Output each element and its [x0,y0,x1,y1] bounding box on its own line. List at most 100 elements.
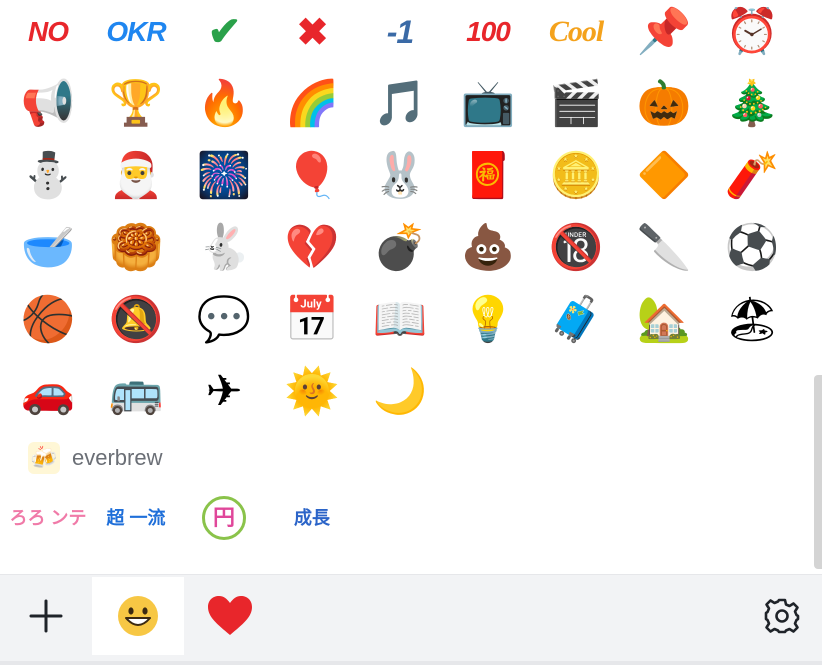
christmas-tree-emoji-glyph: 🎄 [724,78,780,129]
scrollbar-thumb[interactable] [814,375,822,569]
speech-bubble-emoji-glyph: 💬 [196,294,252,345]
beach-umbrella-emoji[interactable]: 🏖 [708,284,796,356]
coins-emoji[interactable]: 🪙 [532,140,620,212]
broken-heart-emoji[interactable]: 💔 [268,212,356,284]
smiley-face-icon [118,596,158,636]
okr-sticker-glyph: OKR [106,16,166,47]
rice-bowl-emoji[interactable]: 🥣 [4,212,92,284]
moon-rabbit-emoji[interactable]: 🐇 [180,212,268,284]
moon-night-emoji[interactable]: 🌙 [356,356,444,428]
alarm-clock-emoji-glyph: ⏰ [724,6,780,57]
mooncake-emoji[interactable]: 🥮 [92,212,180,284]
emoji-tab[interactable] [92,577,184,655]
rabbit-sticker-glyph: 🐰 [372,150,428,201]
firecracker-emoji[interactable]: 🧨 [708,140,796,212]
year-2023-sticker[interactable]: 🎈 [268,140,356,212]
custom-sticker-furisute[interactable]: ろろ ンテ [4,482,92,554]
beach-umbrella-emoji-glyph: 🏖 [724,294,780,345]
airplane-emoji[interactable]: ✈ [180,356,268,428]
fu-blessing-emoji[interactable]: 🔶 [620,140,708,212]
fu-blessing-emoji-glyph: 🔶 [636,150,692,201]
mooncake-emoji-glyph: 🥮 [108,222,164,273]
settings-button[interactable] [736,577,822,655]
bell-muted-emoji[interactable]: 🔕 [92,284,180,356]
pushpin-emoji[interactable]: 📌 [620,0,708,68]
custom-sticker-seichou[interactable]: 成長 [268,482,356,554]
red-envelope-emoji-glyph: 🧧 [460,150,516,201]
bomb-emoji[interactable]: 💣 [356,212,444,284]
soccer-ball-emoji[interactable]: ⚽ [708,212,796,284]
everbrew-section-icon: 🍻 [28,442,60,474]
custom-section-label: everbrew [72,445,163,470]
year-2023-sticker-glyph: 🎈 [284,150,340,201]
speech-bubble-emoji[interactable]: 💬 [180,284,268,356]
fire-emoji[interactable]: 🔥 [180,68,268,140]
basketball-emoji[interactable]: 🏀 [4,284,92,356]
add-button[interactable] [0,577,92,655]
luggage-emoji-glyph: 🧳 [548,294,604,345]
snowman-emoji[interactable]: ⛄ [4,140,92,212]
fireworks-emoji[interactable]: 🎆 [180,140,268,212]
jack-o-lantern-emoji[interactable]: 🎃 [620,68,708,140]
fire-emoji-glyph: 🔥 [196,78,252,129]
custom-sticker-choitchiryu[interactable]: 超 一流 [92,482,180,554]
music-note-emoji[interactable]: 🎵 [356,68,444,140]
car-emoji-glyph: 🚗 [20,366,76,417]
checkmark-sticker[interactable]: ✔ [180,0,268,68]
custom-sticker-yen[interactable]: 円 [180,482,268,554]
house-emoji-glyph: 🏡 [636,294,692,345]
bus-emoji-glyph: 🚌 [108,366,164,417]
no-under-18-emoji-glyph: 🔞 [548,222,604,273]
sun-face-emoji[interactable]: 🌞 [268,356,356,428]
calendar-emoji[interactable]: 📅 [268,284,356,356]
poop-emoji[interactable]: 💩 [444,212,532,284]
soccer-ball-emoji-glyph: ⚽ [724,222,780,273]
custom-sticker-choitchiryu-text: 超 一流 [106,508,166,528]
heart-icon [208,596,252,635]
kitchen-knife-emoji[interactable]: 🔪 [620,212,708,284]
okr-sticker[interactable]: OKR [92,0,180,68]
trophy-emoji-glyph: 🏆 [108,78,164,129]
calendar-emoji-glyph: 📅 [284,294,340,345]
red-envelope-emoji[interactable]: 🧧 [444,140,532,212]
favorites-tab[interactable] [184,577,276,655]
minus-one-sticker[interactable]: -1 [356,0,444,68]
custom-sticker-row: ろろ ンテ超 一流 円 成長 [4,482,356,554]
custom-sticker-furisute-text: ろろ ンテ [9,508,87,528]
coins-emoji-glyph: 🪙 [548,150,604,201]
light-bulb-emoji-glyph: 💡 [460,294,516,345]
rabbit-sticker[interactable]: 🐰 [356,140,444,212]
bottom-divider [0,661,822,665]
no-sticker[interactable]: NO [4,0,92,68]
television-emoji[interactable]: 📺 [444,68,532,140]
rainbow-emoji[interactable]: 🌈 [268,68,356,140]
clapper-board-emoji[interactable]: 🎬 [532,68,620,140]
megaphone-emoji-glyph: 📢 [20,78,76,129]
santa-hat-emoji-glyph: 🎅 [108,150,164,201]
alarm-clock-emoji[interactable]: ⏰ [708,0,796,68]
snowman-emoji-glyph: ⛄ [20,150,76,201]
no-under-18-emoji[interactable]: 🔞 [532,212,620,284]
trophy-emoji[interactable]: 🏆 [92,68,180,140]
bomb-emoji-glyph: 💣 [372,222,428,273]
megaphone-emoji[interactable]: 📢 [4,68,92,140]
light-bulb-emoji[interactable]: 💡 [444,284,532,356]
bus-emoji[interactable]: 🚌 [92,356,180,428]
car-emoji[interactable]: 🚗 [4,356,92,428]
christmas-tree-emoji[interactable]: 🎄 [708,68,796,140]
broken-heart-emoji-glyph: 💔 [284,222,340,273]
house-emoji[interactable]: 🏡 [620,284,708,356]
santa-hat-emoji[interactable]: 🎅 [92,140,180,212]
poop-emoji-glyph: 💩 [460,222,516,273]
open-book-emoji[interactable]: 📖 [356,284,444,356]
hundred-sticker-glyph: 100 [466,16,511,47]
custom-sticker-seichou-text: 成長 [294,508,330,528]
television-emoji-glyph: 📺 [460,78,516,129]
cross-sticker-glyph: ✖ [296,11,329,54]
luggage-emoji[interactable]: 🧳 [532,284,620,356]
airplane-emoji-glyph: ✈ [205,366,243,417]
emoji-grid: NO OKR ✔ ✖ -1 100 Cool 📌 ⏰ 📢 🏆 🔥 🌈 🎵 📺 🎬 🎃 🎄 ⛄ 🎅 🎆 🎈 🐰 🧧 🪙 🔶 🧨 🥣 🥮 🐇 💔… [4,0,804,428]
cool-sticker[interactable]: Cool [532,0,620,68]
cross-sticker[interactable]: ✖ [268,0,356,68]
hundred-sticker[interactable]: 100 [444,0,532,68]
